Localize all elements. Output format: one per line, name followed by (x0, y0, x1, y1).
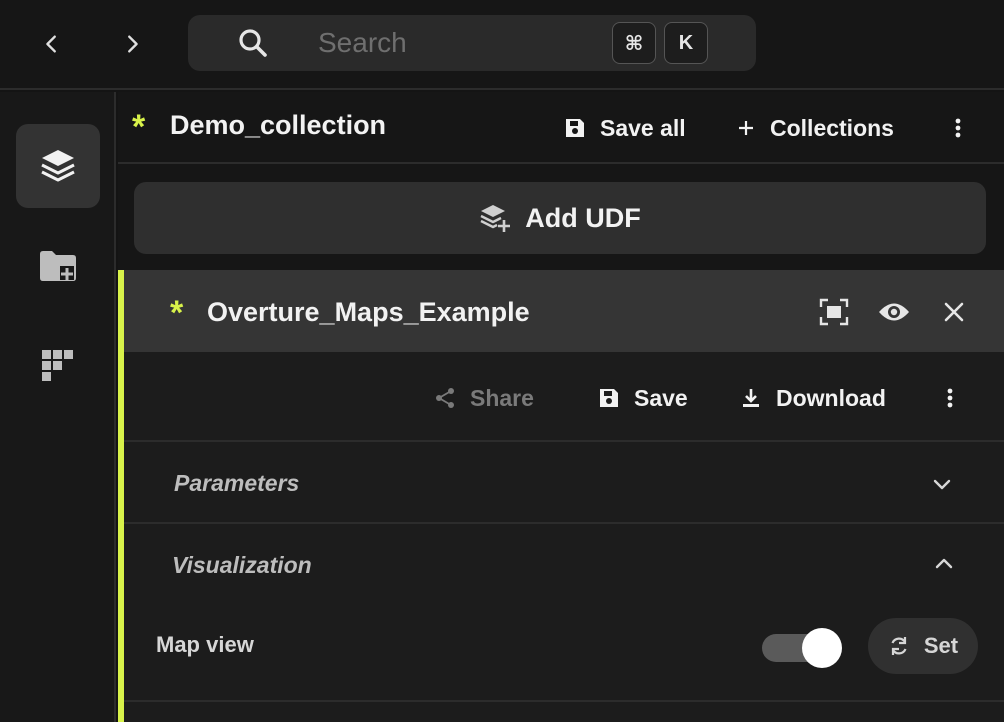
top-bar: ⌘ K (0, 0, 1004, 90)
chevron-up-icon[interactable] (932, 552, 956, 576)
udf-panel: * Overture_Maps_Example Share Save Downl… (118, 270, 1004, 722)
layers-icon (41, 150, 75, 182)
plus-icon (739, 121, 753, 135)
add-udf-label: Add UDF (525, 202, 641, 233)
download-icon (743, 389, 759, 407)
refresh-icon (891, 637, 907, 655)
visualization-title: Visualization (172, 552, 312, 578)
save-icon (566, 119, 584, 137)
download-button[interactable]: Download (740, 382, 886, 414)
parameters-title: Parameters (174, 470, 300, 496)
save-all-label: Save all (600, 114, 686, 141)
save-all-button[interactable]: Save all (564, 112, 686, 144)
save-icon (600, 389, 618, 407)
udf-action-bar: Share Save Download (124, 352, 1004, 442)
download-label: Download (776, 384, 886, 411)
search-bar[interactable]: ⌘ K (188, 15, 756, 71)
search-input[interactable] (318, 25, 598, 61)
collection-header: * Demo_collection Save all Collections (118, 92, 1004, 164)
share-label: Share (470, 384, 534, 411)
toggle-knob (802, 628, 842, 668)
folder-add-icon (40, 251, 76, 281)
fullscreen-icon (819, 298, 849, 326)
visibility-button[interactable] (876, 294, 912, 330)
grid-blocks-icon (42, 350, 73, 381)
command-key-badge: ⌘ (612, 22, 656, 64)
search-icon (239, 29, 267, 57)
close-icon (944, 302, 964, 322)
back-button[interactable] (32, 24, 72, 64)
collection-name: Demo_collection (170, 110, 387, 140)
chevron-left-icon (46, 35, 56, 53)
save-button[interactable]: Save (598, 382, 688, 414)
forward-button[interactable] (112, 24, 152, 64)
rail-grid-button[interactable] (16, 324, 100, 408)
more-vertical-icon (947, 388, 953, 408)
more-vertical-icon (955, 118, 961, 138)
add-collections-button[interactable]: Collections (736, 112, 894, 144)
share-button[interactable]: Share (434, 382, 534, 414)
rail-layers-button[interactable] (16, 124, 100, 208)
k-key-badge: K (664, 22, 708, 64)
udf-name: Overture_Maps_Example (207, 297, 530, 327)
map-view-label: Map view (156, 632, 254, 657)
set-label: Set (923, 633, 959, 658)
divider (124, 700, 1004, 702)
parameters-section[interactable]: Parameters (124, 442, 1004, 524)
layers-add-icon (480, 205, 511, 232)
add-udf-button[interactable]: Add UDF (134, 182, 986, 254)
set-map-view-button[interactable]: Set (868, 618, 978, 674)
main-panel: * Demo_collection Save all Collections A… (118, 92, 1004, 722)
collection-modified-marker: * (132, 108, 146, 146)
eye-icon (879, 303, 909, 321)
save-label: Save (634, 384, 688, 411)
rail-folder-add-button[interactable] (16, 224, 100, 308)
udf-modified-marker: * (170, 294, 184, 332)
visualization-section[interactable]: Visualization (124, 526, 1004, 604)
chevron-right-icon (128, 35, 138, 53)
left-rail (0, 92, 116, 722)
share-icon (436, 388, 454, 408)
udf-header: * Overture_Maps_Example (124, 270, 1004, 352)
collection-more-button[interactable] (948, 112, 968, 144)
fullscreen-button[interactable] (816, 294, 852, 330)
close-udf-button[interactable] (936, 294, 972, 330)
collections-label: Collections (770, 114, 894, 141)
map-view-toggle[interactable] (762, 628, 842, 668)
udf-more-button[interactable] (940, 382, 960, 414)
chevron-down-icon[interactable] (930, 472, 954, 496)
